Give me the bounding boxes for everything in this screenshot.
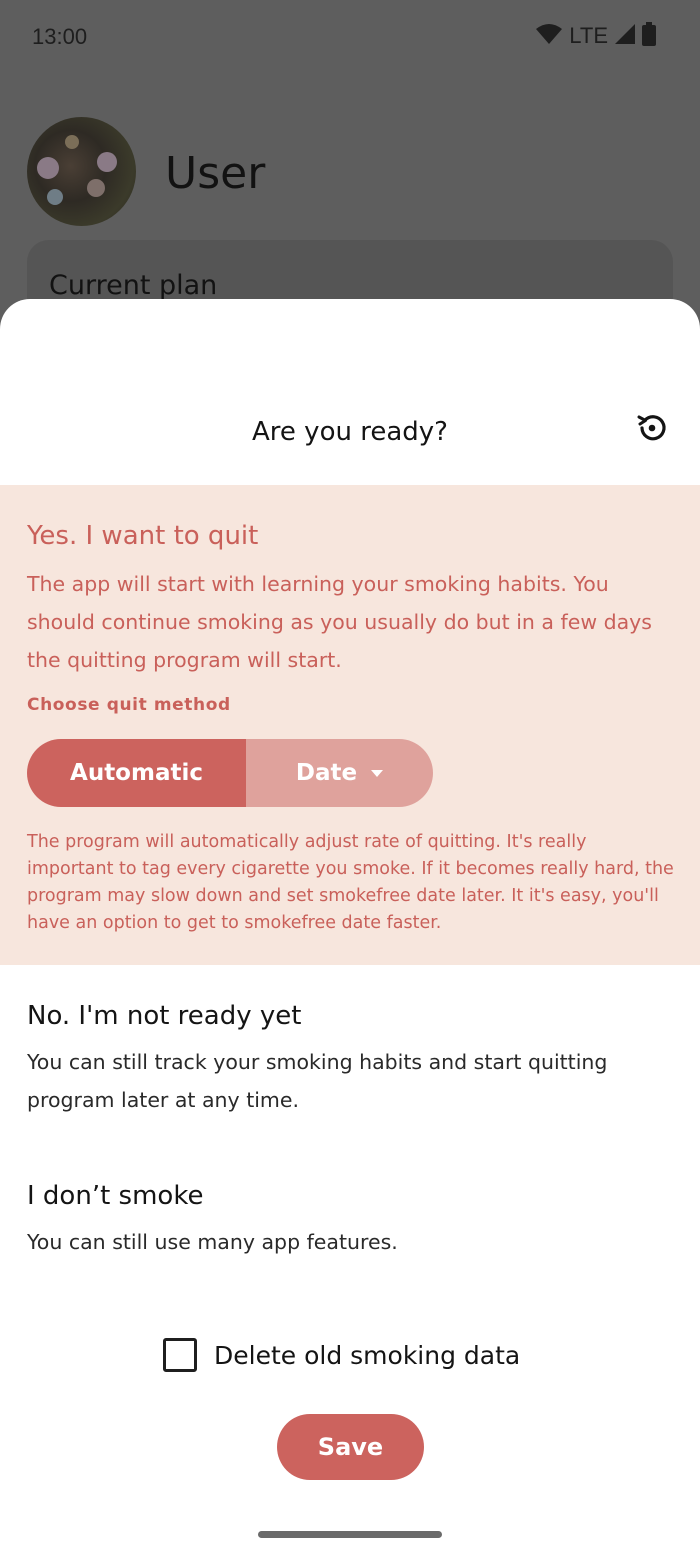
option-no-title: No. I'm not ready yet xyxy=(27,1001,302,1031)
wifi-icon xyxy=(535,22,563,50)
plan-card-title: Current plan xyxy=(49,270,218,301)
quit-method-label: Choose quit method xyxy=(27,695,231,715)
dropdown-arrow-icon xyxy=(371,769,384,777)
status-bar: 13:00 LTE xyxy=(0,0,700,76)
history-reset-icon xyxy=(635,411,669,449)
option-dont-smoke[interactable]: I don’t smoke You can still use many app… xyxy=(0,1173,700,1283)
method-automatic-button[interactable]: Automatic xyxy=(27,739,246,807)
delete-data-row[interactable]: Delete old smoking data xyxy=(163,1335,520,1375)
option-not-ready[interactable]: No. I'm not ready yet You can still trac… xyxy=(0,993,700,1143)
status-time: 13:00 xyxy=(32,24,88,49)
option-no-description: You can still track your smoking habits … xyxy=(27,1050,608,1112)
status-icons: LTE xyxy=(535,22,656,50)
sheet-title: Are you ready? xyxy=(252,417,448,447)
network-type: LTE xyxy=(569,23,608,48)
delete-data-label: Delete old smoking data xyxy=(214,1340,521,1370)
signal-icon xyxy=(614,23,636,49)
method-automatic-label: Automatic xyxy=(70,760,203,786)
user-name: User xyxy=(165,148,266,199)
method-date-button[interactable]: Date xyxy=(246,739,433,807)
option-yes-description: The app will start with learning your sm… xyxy=(27,572,652,672)
option-dont-smoke-description: You can still use many app features. xyxy=(27,1230,398,1254)
option-yes-title: Yes. I want to quit xyxy=(27,521,259,551)
quit-method-toggle: Automatic Date xyxy=(27,739,433,807)
delete-data-checkbox[interactable] xyxy=(163,1338,197,1372)
avatar[interactable] xyxy=(27,117,136,226)
quit-options-sheet: Are you ready? Yes. I want to quit The a… xyxy=(0,299,700,1556)
option-dont-smoke-title: I don’t smoke xyxy=(27,1181,204,1211)
save-label: Save xyxy=(317,1433,384,1461)
quit-method-description: The program will automatically adjust ra… xyxy=(27,832,674,933)
reset-button[interactable] xyxy=(634,412,670,448)
save-button[interactable]: Save xyxy=(277,1414,424,1480)
home-indicator[interactable] xyxy=(258,1531,442,1538)
option-yes-quit[interactable]: Yes. I want to quit The app will start w… xyxy=(0,485,700,965)
method-date-label: Date xyxy=(295,760,358,786)
battery-icon xyxy=(642,22,656,50)
